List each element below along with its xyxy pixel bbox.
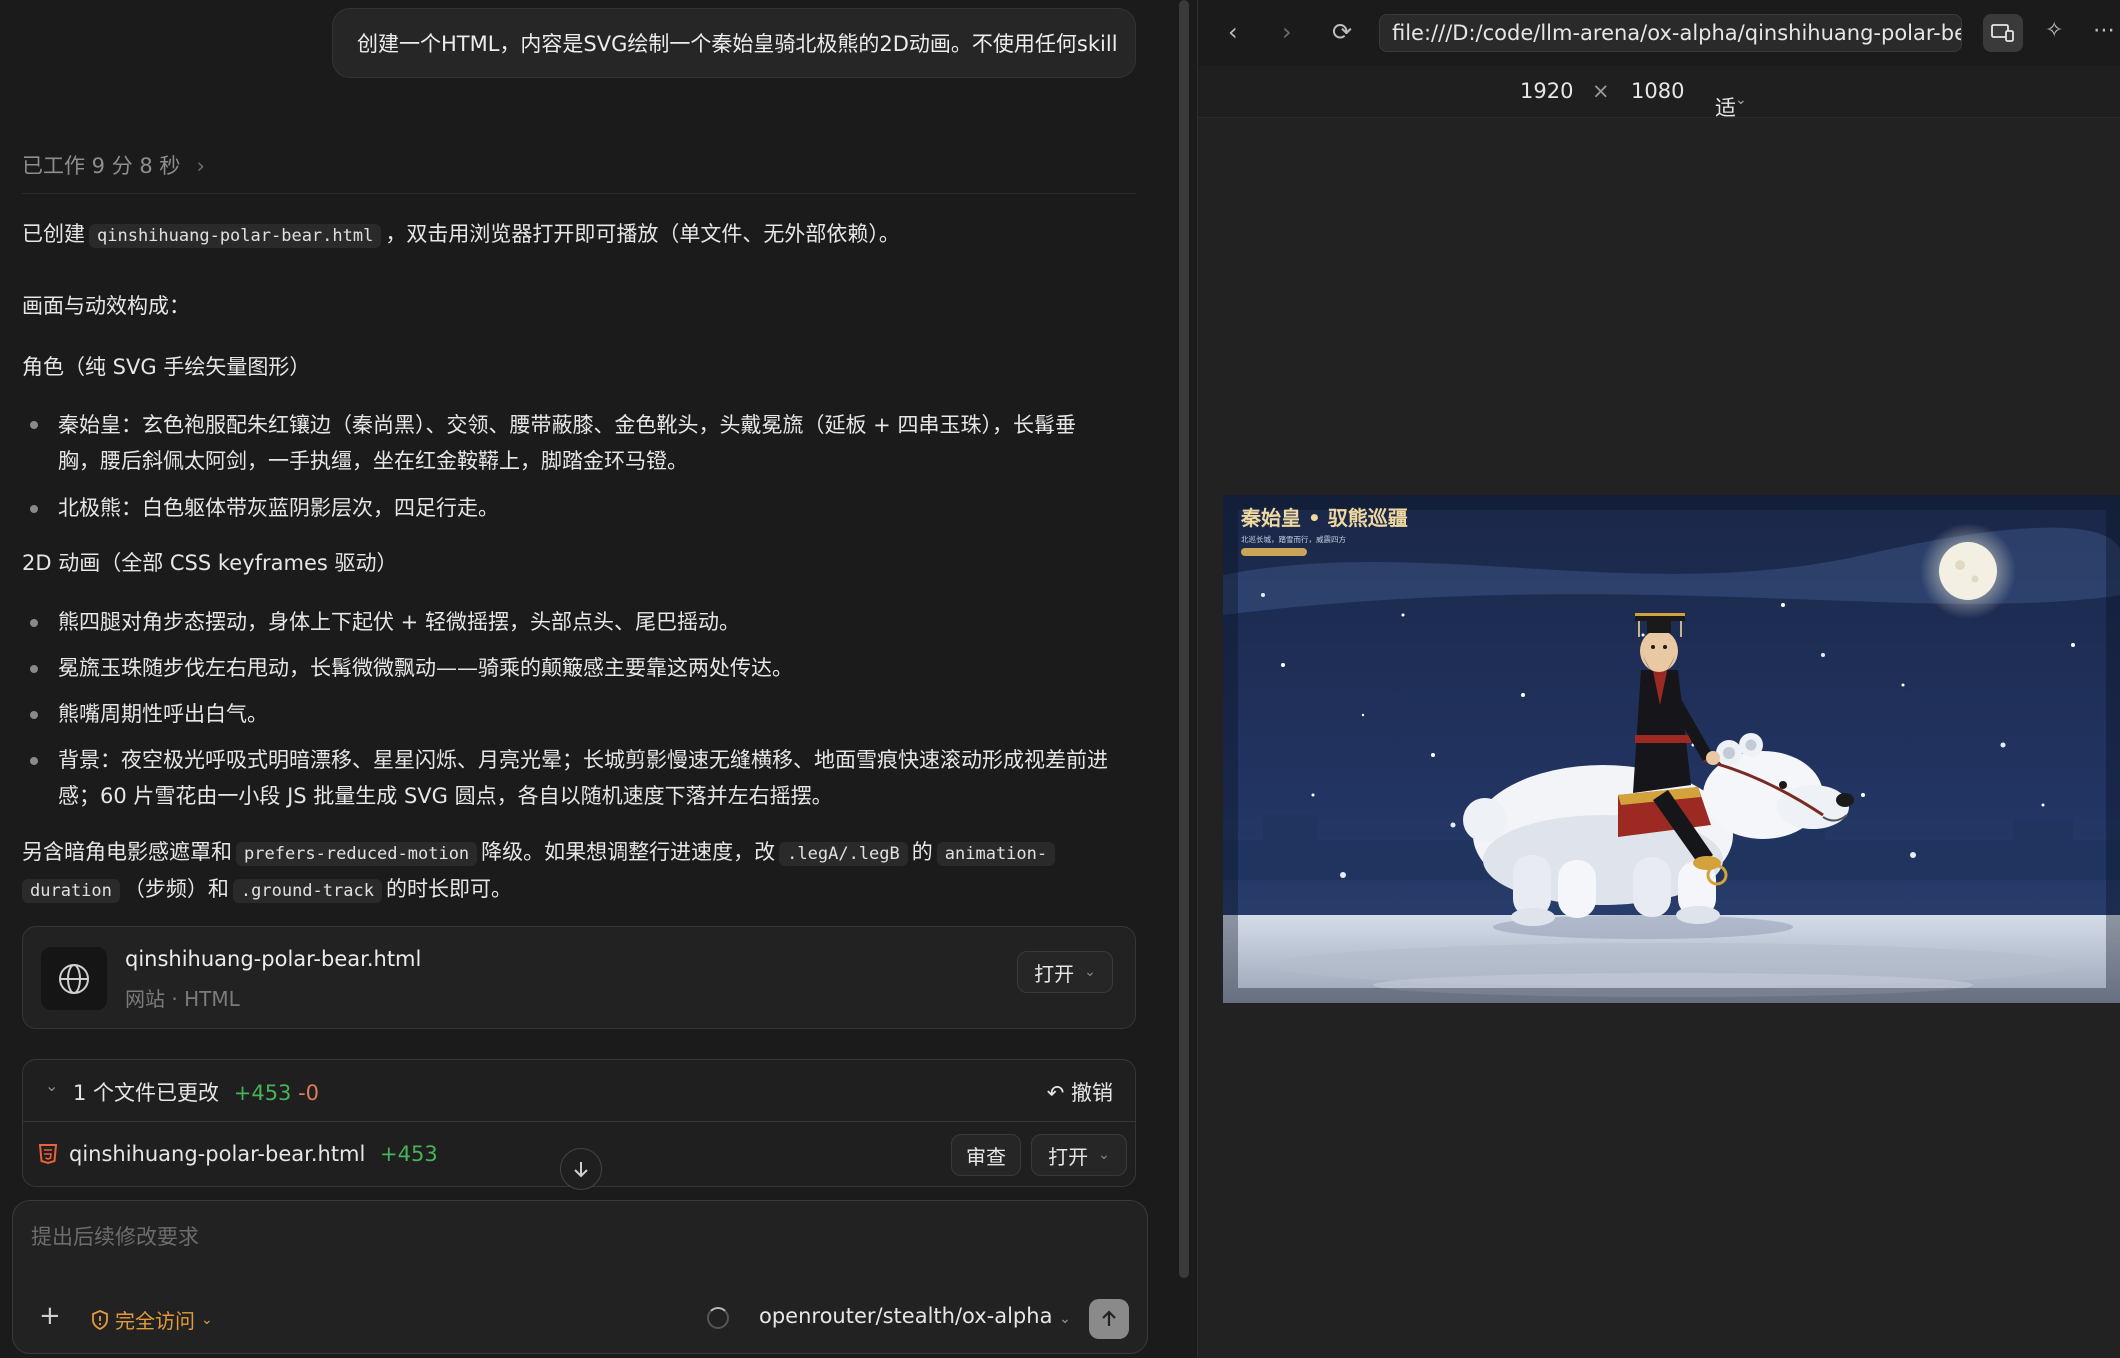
shield-icon (92, 1309, 108, 1330)
animation-preview: 秦始皇 • 驭熊巡疆 北巡长城，踏雪而行，威震四方 (1223, 495, 2120, 1003)
list-item: 北极熊：白色躯体带灰蓝阴影层次，四足行走。 (58, 496, 499, 520)
paragraph-extra-line2: duration （步频）和 .ground-track 的时长即可。 (22, 873, 512, 903)
list-item: 熊四腿对角步态摆动，身体上下起伏 + 轻微摇摆，头部点头、尾巴摇动。 (58, 610, 740, 634)
open-button[interactable]: 打开 ⌄ (1017, 951, 1113, 993)
model-selector[interactable]: openrouter/stealth/ox-alpha ⌄ (759, 1304, 1071, 1328)
viewport-height[interactable]: 1080 (1631, 79, 1684, 103)
review-button[interactable]: 审查 (951, 1134, 1021, 1176)
bullet-icon (30, 505, 38, 513)
browser-toolbar: ‹ › ⟳ file:///D:/code/llm-arena/ox-alpha… (1198, 0, 2120, 66)
back-icon[interactable]: ‹ (1228, 18, 1238, 46)
bullet-icon (30, 421, 38, 429)
file-card-name: qinshihuang-polar-bear.html (125, 947, 422, 971)
chevron-down-icon: ⌄ (1084, 964, 1096, 980)
inline-code-filename: qinshihuang-polar-bear.html (89, 224, 382, 248)
arrow-up-icon (1102, 1310, 1116, 1326)
undo-button[interactable]: ↶ 撤销 (1047, 1077, 1113, 1107)
inspect-pointer-icon[interactable]: ✧ (2045, 18, 2063, 43)
file-card[interactable]: qinshihuang-polar-bear.html 网站 · HTML 打开… (22, 926, 1136, 1029)
bullet-icon (30, 619, 38, 627)
chevron-right-icon: › (196, 154, 205, 178)
divider (22, 193, 1136, 194)
list-item: 背景：夜空极光呼吸式明暗漂移、星星闪烁、月亮光晕；长城剪影慢速无缝横移、地面雪痕… (58, 748, 1108, 808)
open-file-button[interactable]: 打开 ⌄ (1031, 1134, 1127, 1176)
bullet-icon (30, 757, 38, 765)
worked-label: 已工作 9 分 8 秒 (22, 154, 181, 178)
globe-icon (41, 947, 107, 1010)
forward-icon[interactable]: › (1282, 18, 1292, 46)
lines-removed: -0 (298, 1081, 320, 1105)
lines-added: +453 (233, 1081, 292, 1105)
chat-scrollbar[interactable] (1177, 0, 1191, 1280)
viewport-size-bar: 1920 × 1080 适应窗口 ⌄ (1198, 66, 2120, 210)
reload-icon[interactable]: ⟳ (1332, 18, 1352, 46)
html-file-icon (39, 1144, 57, 1164)
scene-badge (1241, 548, 1307, 556)
scene-subtitle: 北巡长城，踏雪而行，威震四方 (1241, 534, 1346, 544)
bullet-icon (30, 665, 38, 673)
scene-title: 秦始皇 • 驭熊巡疆 (1240, 506, 1408, 530)
scroll-to-bottom-button[interactable] (560, 1148, 602, 1190)
chevron-down-icon: ⌄ (201, 1311, 213, 1328)
paragraph-extra-line1: 另含暗角电影感遮罩和 prefers-reduced-motion 降级。如果想调整… (22, 836, 1059, 866)
chevron-down-icon: ⌄ (45, 1076, 59, 1095)
paragraph-created: 已创建 qinshihuang-polar-bear.html ，双击用浏览器打开即… (22, 222, 900, 248)
undo-icon: ↶ (1046, 1081, 1065, 1105)
arrow-down-icon (574, 1162, 588, 1178)
scene-svg: 秦始皇 • 驭熊巡疆 北巡长城，踏雪而行，威震四方 (1223, 495, 2120, 1003)
paragraph-composition: 画面与动效构成： (22, 294, 190, 318)
access-mode-dropdown[interactable]: 完全访问 ⌄ (91, 1305, 213, 1334)
moon (1939, 542, 1997, 600)
viewport-width[interactable]: 1920 (1520, 79, 1573, 103)
list-item: 秦始皇：玄色袍服配朱红镶边（秦尚黑）、交领、腰带蔽膝、金色靴头，头戴冕旒（延板 … (58, 413, 1076, 473)
times-icon: × (1592, 79, 1610, 103)
more-icon[interactable]: ⋯ (2093, 18, 2115, 43)
file-card-type: 网站 · HTML (125, 987, 240, 1011)
changed-file-name: qinshihuang-polar-bear.html (69, 1142, 366, 1166)
user-message-bubble: 创建一个HTML，内容是SVG绘制一个秦始皇骑北极熊的2D动画。不使用任何ski… (332, 8, 1136, 78)
responsive-mode-button[interactable] (1983, 14, 2023, 52)
list-item: 冕旒玉珠随步伐左右甩动，长髯微微飘动——骑乘的颠簸感主要靠这两处传达。 (58, 656, 793, 680)
send-button[interactable] (1089, 1299, 1129, 1339)
composer-input[interactable]: 提出后续修改要求 (31, 1221, 199, 1251)
heading-animation: 2D 动画（全部 CSS keyframes 驱动） (22, 551, 398, 575)
changes-header[interactable]: ⌄ 1 个文件已更改 +453 -0 ↶ 撤销 (23, 1060, 1135, 1122)
url-bar[interactable]: file:///D:/code/llm-arena/ox-alpha/qinsh… (1379, 14, 1962, 52)
device-toggle-icon (1991, 24, 2014, 42)
chevron-down-icon: ⌄ (1735, 92, 1747, 108)
composer: 提出后续修改要求 + 完全访问 ⌄ openrouter/stealth/ox-a… (12, 1200, 1148, 1354)
add-attachment-button[interactable]: + (39, 1301, 61, 1331)
chevron-down-icon: ⌄ (1098, 1147, 1110, 1163)
heading-characters: 角色（纯 SVG 手绘矢量图形） (22, 355, 311, 379)
browser-preview-panel: ‹ › ⟳ file:///D:/code/llm-arena/ox-alpha… (1197, 0, 2120, 1358)
bullet-icon (30, 711, 38, 719)
loading-spinner-icon (707, 1307, 729, 1329)
chevron-down-icon: ⌄ (1059, 1311, 1071, 1327)
list-item: 熊嘴周期性呼出白气。 (58, 702, 268, 726)
chat-panel: 创建一个HTML，内容是SVG绘制一个秦始皇骑北极熊的2D动画。不使用任何ski… (0, 0, 1180, 1358)
worked-duration-toggle[interactable]: 已工作 9 分 8 秒 › (22, 150, 205, 180)
